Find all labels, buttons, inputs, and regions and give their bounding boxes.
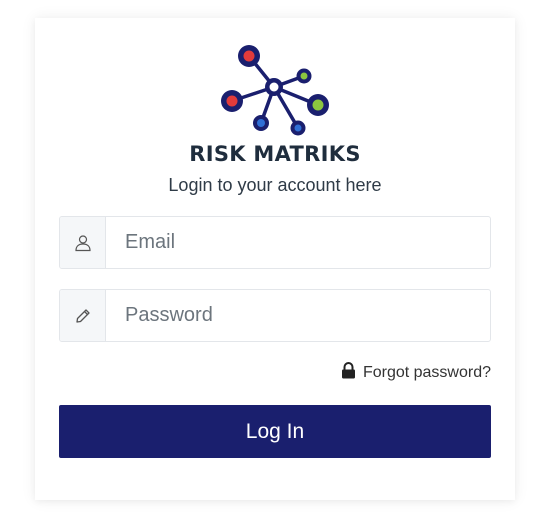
user-icon [60, 217, 106, 268]
password-field-group [59, 289, 491, 342]
forgot-password-label: Forgot password? [362, 364, 491, 381]
email-field-group [59, 216, 491, 269]
email-input[interactable] [106, 217, 490, 268]
login-card: RISK MATRIKS Login to your account here [35, 18, 515, 500]
forgot-password-link[interactable]: Forgot password? [341, 362, 491, 384]
login-subtitle: Login to your account here [168, 175, 382, 195]
lock-icon [341, 362, 356, 384]
login-button[interactable]: Log In [59, 405, 491, 458]
login-page: RISK MATRIKS Login to your account here [0, 0, 559, 514]
pencil-icon [60, 290, 106, 341]
password-input[interactable] [106, 290, 490, 341]
brand-name: RISK MATRIKS [189, 142, 361, 166]
network-logo-icon [221, 45, 329, 136]
